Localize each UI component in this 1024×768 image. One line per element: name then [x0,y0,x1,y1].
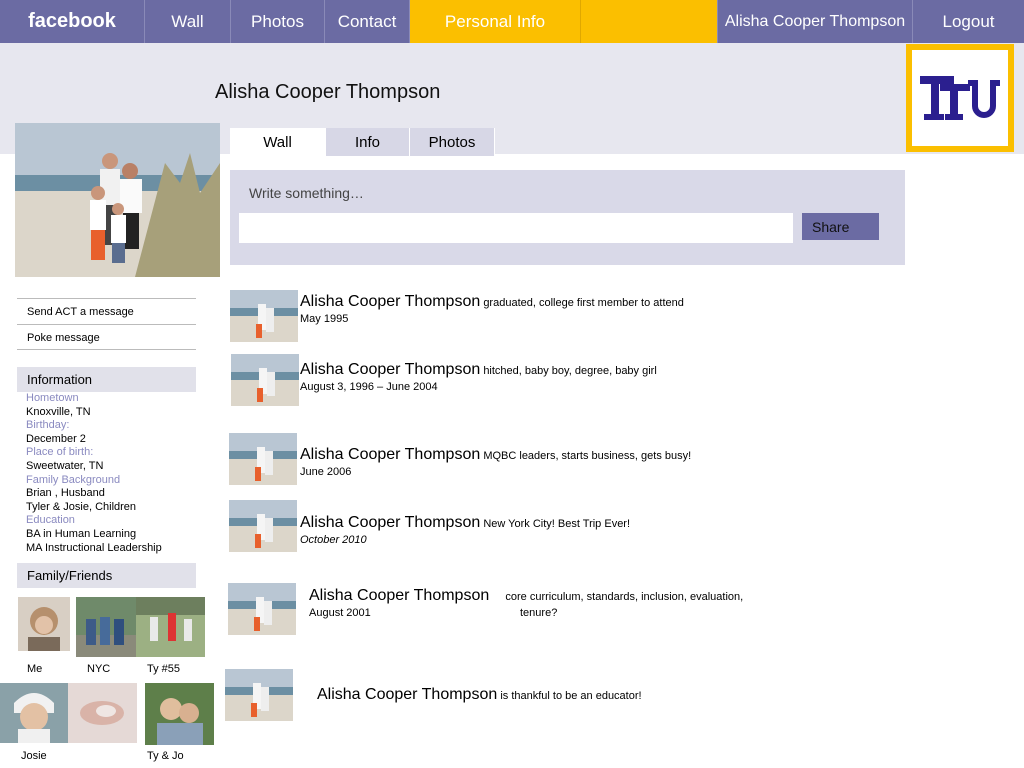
info-label-family: Family Background [26,473,121,486]
post-text: core curriculum, standards, inclusion, e… [505,591,744,603]
post-thumbnail[interactable] [230,290,298,342]
friend-label-nyc: NYC [87,663,111,675]
tab-info[interactable]: Info [325,128,409,156]
post-text: New York City! Best Trip Ever! [483,518,631,530]
nav-logout[interactable]: Logout [913,0,1024,43]
post-author[interactable]: Alisha Cooper Thompson [317,686,497,703]
post-date: October 2010 [300,534,367,546]
post-4: Alisha Cooper Thompson New York City! Be… [300,515,840,548]
ttu-logo-icon [920,76,1000,120]
nav-user-name[interactable]: Alisha Cooper Thompson [717,0,913,43]
info-label-birthplace: Place of birth: [26,446,94,459]
friend-photo-ty55[interactable] [136,597,205,657]
poke-link[interactable]: Poke message [17,324,196,350]
status-input[interactable] [239,213,793,243]
post-author[interactable]: Alisha Cooper Thompson [309,587,489,604]
post-2: Alisha Cooper Thompson hitched, baby boy… [300,362,840,395]
friend-photo-ty-jo[interactable] [145,683,214,745]
divider [17,349,196,350]
friend-photo-nyc[interactable] [76,597,136,657]
info-label-education: Education [26,514,75,527]
send-message-link[interactable]: Send ACT a message [17,298,196,324]
status-composer: Write something… Share [230,170,905,265]
post-thumbnail[interactable] [228,583,296,635]
friend-photo-me[interactable] [18,597,70,651]
friend-label-me: Me [27,663,43,675]
info-heading: Information [17,367,196,392]
post-text: MQBC leaders, starts business, gets busy… [483,450,692,462]
post-thumbnail[interactable] [229,500,297,552]
info-label-hometown: Hometown [26,392,79,404]
post-author[interactable]: Alisha Cooper Thompson [300,514,480,531]
top-nav-bar: facebook Wall Photos Contact Personal In… [0,0,1024,43]
post-6: Alisha Cooper Thompson is thankful to be… [317,687,797,704]
post-3: Alisha Cooper Thompson MQBC leaders, sta… [300,447,840,480]
friends-heading: Family/Friends [17,563,196,588]
nav-wall[interactable]: Wall [145,0,231,43]
post-date: August 3, 1996 – June 2004 [300,381,438,393]
profile-photo[interactable] [15,123,220,277]
post-thumbnail[interactable] [229,433,297,485]
share-button[interactable]: Share [802,213,879,240]
info-value-hometown: Knoxville, TN [26,405,91,418]
friend-photo-josie[interactable] [0,683,68,743]
school-logo [906,44,1014,152]
nav-photos[interactable]: Photos [231,0,325,43]
facebook-logo[interactable]: facebook [0,0,145,43]
info-value-birthday: December 2 [26,432,86,445]
info-value-education-1: BA in Human Learning [26,527,137,540]
post-author[interactable]: Alisha Cooper Thompson [300,361,480,378]
post-author[interactable]: Alisha Cooper Thompson [300,293,480,310]
tab-wall[interactable]: Wall [230,128,325,156]
info-list: Hometown Knoxville, TN Birthday: Decembe… [26,392,162,555]
post-thumbnail[interactable] [225,669,293,721]
post-1: Alisha Cooper Thompson graduated, colleg… [300,294,840,327]
info-value-birthplace: Sweetwater, TN [26,459,104,472]
friend-photo-hands[interactable] [68,683,137,743]
post-text-continued: tenure? [520,607,558,619]
post-thumbnail[interactable] [231,354,299,406]
composer-label: Write something… [249,185,364,201]
info-value-family-1: Brian , Husband [26,487,105,500]
friend-label-ty-jo: Ty & Jo [147,750,184,762]
info-label-birthday: Birthday: [26,419,70,432]
nav-contact[interactable]: Contact [325,0,410,43]
post-author[interactable]: Alisha Cooper Thompson [300,446,480,463]
post-text: is thankful to be an educator! [500,690,642,702]
nav-personal-info[interactable]: Personal Info [410,0,581,43]
post-date: June 2006 [300,466,352,478]
friend-label-ty55: Ty #55 [147,663,181,675]
post-date: May 1995 [300,313,349,325]
friend-label-josie: Josie [21,750,47,762]
profile-name: Alisha Cooper Thompson [215,81,441,103]
tab-photos[interactable]: Photos [409,128,495,156]
post-date: August 2001 [309,607,371,619]
post-text: graduated, college first member to atten… [483,297,684,309]
post-text: hitched, baby boy, degree, baby girl [483,365,657,377]
info-value-family-2: Tyler & Josie, Children [26,500,137,513]
post-5: Alisha Cooper Thompson core curriculum, … [309,588,789,621]
nav-spacer [581,0,717,43]
info-value-education-2: MA Instructional Leadership [26,541,162,554]
